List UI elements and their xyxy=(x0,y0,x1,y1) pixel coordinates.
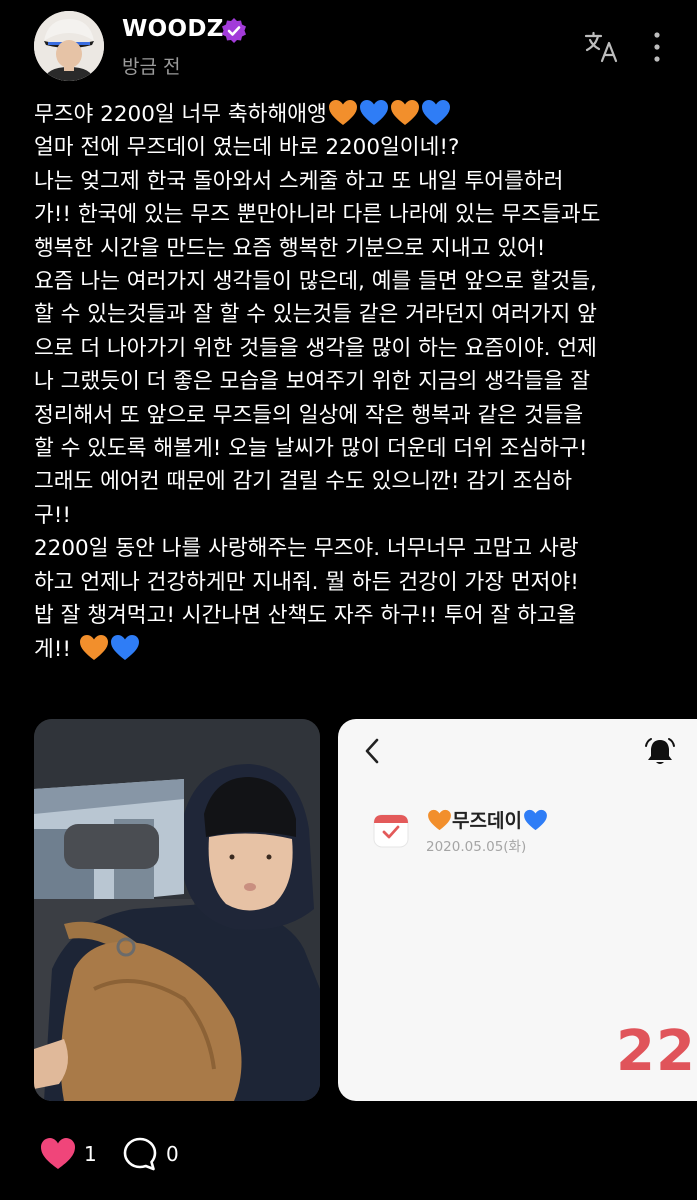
like-heart-icon[interactable] xyxy=(40,1137,76,1171)
verified-badge-icon xyxy=(222,18,246,43)
comment-count: 0 xyxy=(166,1142,179,1166)
orange-heart-icon xyxy=(390,100,419,125)
blue-heart-icon xyxy=(359,100,388,125)
post-line: 할 수 있는것들과 잘 할 수 있는것들 같은 거라던지 여러가지 앞 xyxy=(34,298,674,331)
avatar[interactable] xyxy=(34,11,104,81)
comment-bubble-icon[interactable] xyxy=(122,1136,158,1172)
post-line-text: 하고 언제나 건강하게만 지내줘. 뭘 하든 건강이 가장 먼저야! xyxy=(34,569,579,595)
orange-heart-icon xyxy=(79,634,108,660)
post-line: 밥 잘 챙겨먹고! 시간나면 산책도 자주 하구!! 투어 잘 하고올 xyxy=(34,599,674,632)
post-line: 무즈야 2200일 너무 축하해애앵 xyxy=(34,98,674,131)
post-line-text: 얼마 전에 무즈데이 였는데 바로 2200일이네!? xyxy=(34,135,460,161)
author-name[interactable]: WOODZ xyxy=(122,16,224,42)
post-header: WOODZ 방금 전 xyxy=(0,0,697,95)
post-line-text: 할 수 있도록 해볼게! 오늘 날씨가 많이 더운데 더위 조심하구! xyxy=(34,436,588,462)
bell-icon xyxy=(645,738,675,764)
post-line-text: 나 그랬듯이 더 좋은 모습을 보여주기 위한 지금의 생각들을 잘 xyxy=(34,369,591,395)
post-line-text: 가!! 한국에 있는 무즈 뿐만아니라 다른 나라에 있는 무즈들과도 xyxy=(34,202,601,228)
post-line: 게!! xyxy=(34,633,674,666)
post-line: 하고 언제나 건강하게만 지내줘. 뭘 하든 건강이 가장 먼저야! xyxy=(34,566,674,599)
post-line: 으로 더 나아가기 위한 것들을 생각을 많이 하는 요즘이야. 언제 xyxy=(34,332,674,365)
selfie-photo xyxy=(34,719,320,1101)
like-count: 1 xyxy=(84,1142,97,1166)
calendar-check-icon xyxy=(373,814,409,848)
post-photo[interactable] xyxy=(34,719,320,1101)
post-text: 무즈야 2200일 너무 축하해애앵얼마 전에 무즈데이 였는데 바로 2200… xyxy=(34,98,674,666)
post-line-text: 할 수 있는것들과 잘 할 수 있는것들 같은 거라던지 여러가지 앞 xyxy=(34,302,597,328)
post-line: 나 그랬듯이 더 좋은 모습을 보여주기 위한 지금의 생각들을 잘 xyxy=(34,365,674,398)
card-title-text: 무즈데이 xyxy=(452,810,522,832)
blue-heart-icon xyxy=(524,809,547,831)
post-line-text: 게!! xyxy=(34,636,78,662)
post-line: 행복한 시간을 만드는 요즘 행복한 기분으로 지내고 있어! xyxy=(34,232,674,265)
blue-heart-icon xyxy=(421,100,450,125)
card-day-count: 220 xyxy=(616,1019,697,1084)
post-line-text: 정리해서 또 앞으로 무즈들의 일상에 작은 행복과 같은 것들을 xyxy=(34,402,584,428)
post-line: 2200일 동안 나를 사랑해주는 무즈야. 너무너무 고맙고 사랑 xyxy=(34,532,674,565)
app-screenshot-image[interactable]: 무즈데이 2020.05.05(화) 220 xyxy=(338,719,697,1101)
post-line-text: 행복한 시간을 만드는 요즘 행복한 기분으로 지내고 있어! xyxy=(34,235,546,261)
post-line: 정리해서 또 앞으로 무즈들의 일상에 작은 행복과 같은 것들을 xyxy=(34,399,674,432)
post-time: 방금 전 xyxy=(122,56,181,78)
post-line: 가!! 한국에 있는 무즈 뿐만아니라 다른 나라에 있는 무즈들과도 xyxy=(34,198,674,231)
orange-heart-icon xyxy=(328,100,357,125)
post-line: 그래도 에어컨 때문에 감기 걸릴 수도 있으니깐! 감기 조심하 xyxy=(34,465,674,498)
post-line: 구!! xyxy=(34,499,674,532)
post-line-text: 2200일 동안 나를 사랑해주는 무즈야. 너무너무 고맙고 사랑 xyxy=(34,536,579,562)
post-line-text: 으로 더 나아가기 위한 것들을 생각을 많이 하는 요즘이야. 언제 xyxy=(34,335,597,361)
post-line-text: 무즈야 2200일 너무 축하해애앵 xyxy=(34,102,327,127)
orange-heart-icon xyxy=(428,809,451,831)
blue-heart-icon xyxy=(110,634,139,660)
translate-icon[interactable] xyxy=(584,30,620,64)
post-line-text: 밥 잘 챙겨먹고! 시간나면 산책도 자주 하구!! 투어 잘 하고올 xyxy=(34,603,577,629)
avatar-image xyxy=(34,11,104,81)
post-line-text: 구!! xyxy=(34,502,72,528)
post-line: 할 수 있도록 해볼게! 오늘 날씨가 많이 더운데 더위 조심하구! xyxy=(34,432,674,465)
post-line-text: 요즘 나는 여러가지 생각들이 많은데, 예를 들면 앞으로 할것들, xyxy=(34,269,597,295)
post-line: 나는 엊그제 한국 돌아와서 스케줄 하고 또 내일 투어를하러 xyxy=(34,165,674,198)
post-line: 얼마 전에 무즈데이 였는데 바로 2200일이네!? xyxy=(34,131,674,164)
back-arrow-icon xyxy=(365,738,379,764)
post-line-text: 나는 엊그제 한국 돌아와서 스케줄 하고 또 내일 투어를하러 xyxy=(34,168,564,194)
card-title: 무즈데이 xyxy=(426,806,548,833)
more-vertical-icon[interactable] xyxy=(646,30,668,64)
post-line: 요즘 나는 여러가지 생각들이 많은데, 예를 들면 앞으로 할것들, xyxy=(34,265,674,298)
post-line-text: 그래도 에어컨 때문에 감기 걸릴 수도 있으니깐! 감기 조심하 xyxy=(34,469,573,495)
card-date: 2020.05.05(화) xyxy=(426,839,527,855)
